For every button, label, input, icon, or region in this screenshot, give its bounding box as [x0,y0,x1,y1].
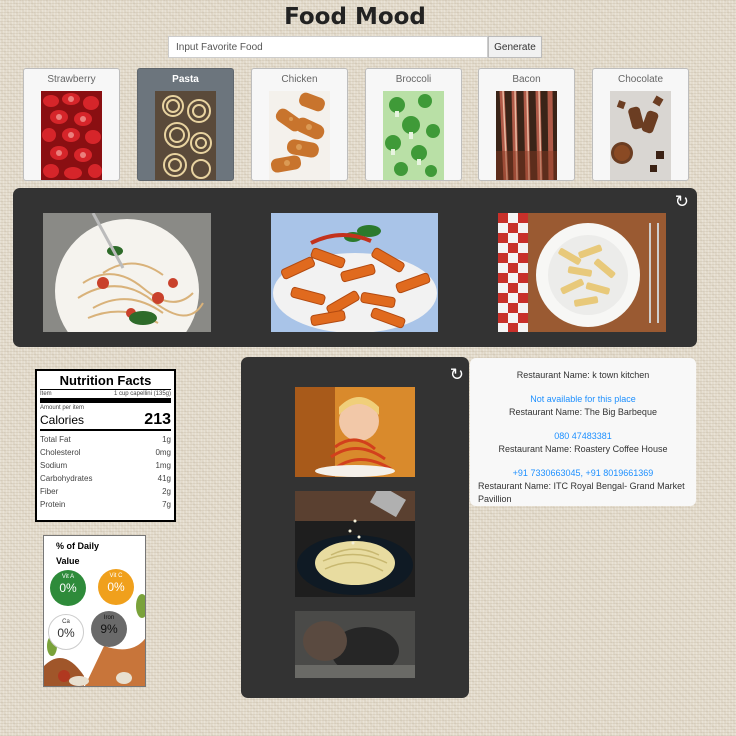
food-card-strawberry[interactable]: Strawberry [23,68,120,181]
pasta-photo [155,91,216,180]
daily-value-title-line2: Value [56,556,80,566]
nutrition-row: Carbohydrates 41g [40,472,171,485]
food-card-label: Strawberry [47,74,96,85]
food-card-label: Bacon [512,74,541,85]
calories-label: Calories [40,413,85,427]
iron-label: Iron [103,615,115,621]
chocolate-photo [610,91,671,180]
nutrient-name: Total Fat [40,435,71,444]
calcium-value: 0% [57,626,75,640]
restaurant-phone[interactable]: 080 47483381 [470,430,696,443]
nutrient-value: 2g [162,487,171,496]
calcium-circle: Ca 0% [48,614,84,650]
nutrient-value: 7g [162,500,171,509]
nutrient-name: Fiber [40,487,59,496]
penne-plate-photo [498,213,666,332]
vit-a-circle: Vit A 0% [50,570,86,606]
iron-circle: Iron 9% [91,611,127,647]
nutrition-row: Protein 7g [40,498,171,511]
penne-pasta-photo [271,213,438,332]
dish-gallery: ↻ [13,188,697,347]
nutrition-row: Sodium 1mg [40,459,171,472]
broccoli-photo [383,91,444,180]
daily-value-panel: % of Daily Value Vit A 0% Vit C 0% Ca 0%… [43,535,146,687]
food-card-chicken[interactable]: Chicken [251,68,348,181]
eating-video-thumbnail[interactable] [295,611,415,678]
restaurant-name: Restaurant Name: ITC Royal Bengal- Grand… [478,481,685,504]
food-card-label: Chicken [281,74,318,85]
bacon-photo [496,91,557,180]
cheese-grating-pasta-video[interactable] [295,491,415,597]
restaurant-name: Restaurant Name: k town kitchen [516,370,650,380]
calories-value: 213 [144,411,171,428]
daily-value-title-line1: % of Daily [56,541,100,551]
food-search-input[interactable] [168,36,488,58]
food-card-label: Pasta [172,74,199,85]
vit-a-value: 0% [59,581,77,595]
nutrition-row: Fiber 2g [40,485,171,498]
restaurant-name: Restaurant Name: The Big Barbeque [509,407,657,417]
nutrition-divider [40,398,171,403]
nutrition-item-value: 1 cup capellini (135g) [113,391,171,397]
strawberry-photo [41,91,102,180]
nutrition-item-row: Item 1 cup capellini (135g) [40,391,171,397]
iron-value: 9% [100,622,118,636]
girl-eating-spaghetti-video[interactable] [295,387,415,477]
generate-button[interactable]: Generate [488,36,542,58]
video-refresh-icon[interactable]: ↻ [450,365,464,385]
food-card-broccoli[interactable]: Broccoli [365,68,462,181]
nutrition-row: Total Fat 1g [40,433,171,446]
nutrient-name: Cholesterol [40,448,81,457]
restaurant-phone[interactable]: +91 7330663045, +91 8019661369 [470,467,696,480]
calcium-label: Ca [62,619,70,625]
nutrient-value: 1g [162,435,171,444]
page-title: Food Mood [284,4,426,30]
vit-a-label: Vit A [61,574,75,580]
nutrient-name: Protein [40,500,66,509]
restaurant-name: Restaurant Name: Roastery Coffee House [498,444,668,454]
nutrition-title: Nutrition Facts [40,373,171,390]
nutrition-facts-panel: Nutrition Facts Item 1 cup capellini (13… [35,369,176,522]
spaghetti-plate-photo [43,213,211,332]
food-card-label: Broccoli [395,74,432,85]
nutrient-name: Carbohydrates [40,474,93,483]
gallery-refresh-icon[interactable]: ↻ [675,192,689,212]
food-card-pasta[interactable]: Pasta [137,68,234,181]
nutrient-name: Sodium [40,461,68,470]
vit-c-value: 0% [107,580,125,594]
nutrient-value: 1mg [155,461,171,470]
food-card-label: Chocolate [617,74,664,85]
food-card-bacon[interactable]: Bacon [478,68,575,181]
food-card-chocolate[interactable]: Chocolate [592,68,689,181]
daily-value-title: % of Daily Value [44,536,99,569]
nutrition-item-label: Item [40,391,52,397]
chicken-photo [269,91,330,180]
nutrition-calories-row: Calories 213 [40,411,171,431]
video-panel: ↻ [241,357,469,698]
restaurant-list: Restaurant Name: k town kitchen Not avai… [470,358,696,506]
vit-c-label: Vit C [109,573,123,579]
restaurant-phone[interactable]: Not available for this place [470,393,696,406]
nutrient-value: 41g [157,474,171,483]
nutrient-value: 0mg [155,448,171,457]
nutrition-row: Cholesterol 0mg [40,446,171,459]
vit-c-circle: Vit C 0% [98,569,134,605]
